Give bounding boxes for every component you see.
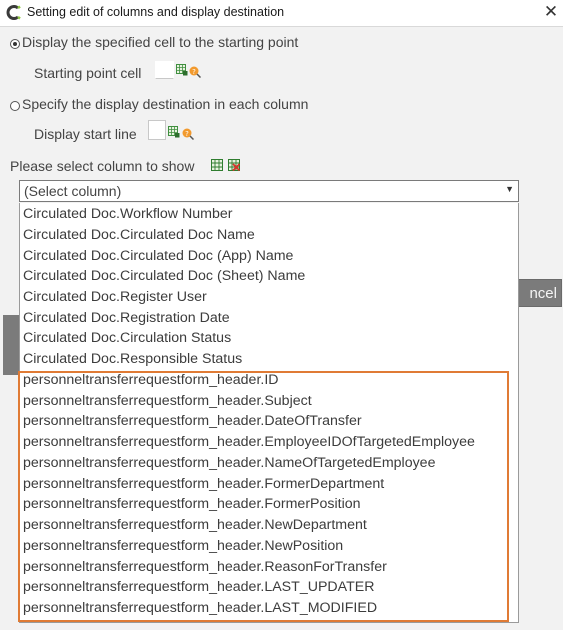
column-select-value: (Select column): [24, 183, 122, 199]
remove-columns-icon[interactable]: [228, 159, 240, 171]
dropdown-option[interactable]: personneltransferrequestform_header.Date…: [23, 411, 362, 431]
dropdown-option[interactable]: personneltransferrequestform_header.Name…: [23, 453, 435, 473]
starting-point-cell-field[interactable]: [155, 61, 174, 79]
svg-text:?: ?: [185, 130, 189, 138]
dropdown-option[interactable]: personneltransferrequestform_header.Reas…: [23, 557, 387, 577]
starting-point-option[interactable]: Display the specified cell to the starti…: [10, 34, 340, 54]
column-dropdown-list: Circulated Doc.Workflow Number Circulated…: [19, 203, 519, 623]
dropdown-option[interactable]: personneltransferrequestform_header.NewD…: [23, 515, 367, 535]
dropdown-option[interactable]: personneltransferrequestform_header.NewP…: [23, 536, 343, 556]
help-icon[interactable]: ?: [182, 128, 194, 140]
dropdown-option[interactable]: Circulated Doc.Workflow Number: [23, 204, 232, 224]
each-column-radio[interactable]: [10, 101, 20, 111]
display-start-line-field[interactable]: [148, 120, 166, 140]
dropdown-option[interactable]: personneltransferrequestform_header.LAST…: [23, 577, 374, 597]
starting-point-radio-label: Display the specified cell to the starti…: [22, 34, 299, 50]
dropdown-option[interactable]: Circulated Doc.Register User: [23, 287, 207, 307]
dropdown-option[interactable]: Circulated Doc.Circulated Doc (Sheet) Na…: [23, 266, 305, 286]
dropdown-option[interactable]: personneltransferrequestform_header.Form…: [23, 474, 384, 494]
add-columns-icon[interactable]: [211, 159, 223, 171]
display-start-line-label: Display start line: [34, 126, 137, 142]
cell-select-icon[interactable]: [176, 64, 188, 76]
dropdown-option[interactable]: personneltransferrequestform_header.Form…: [23, 494, 361, 514]
each-column-radio-label: Specify the display destination in each …: [22, 96, 309, 112]
dropdown-option[interactable]: Circulated Doc.Circulated Doc (App) Name: [23, 246, 293, 266]
chevron-down-icon[interactable]: ▼: [505, 184, 514, 194]
dropdown-option[interactable]: personneltransferrequestform_header.Subj…: [23, 391, 312, 411]
each-column-option[interactable]: Specify the display destination in each …: [10, 96, 340, 116]
title-bar: Setting edit of columns and display dest…: [0, 0, 563, 26]
column-select[interactable]: (Select column) ▼: [19, 180, 519, 202]
app-icon: [6, 5, 21, 20]
cell-select-icon[interactable]: [168, 126, 180, 138]
dropdown-option[interactable]: personneltransferrequestform_header.LAST…: [23, 598, 377, 618]
dropdown-option[interactable]: Circulated Doc.Registration Date: [23, 308, 230, 328]
starting-point-cell-label: Starting point cell: [34, 65, 142, 81]
select-column-label: Please select column to show: [10, 158, 195, 174]
dropdown-option[interactable]: Circulated Doc.Circulated Doc Name: [23, 225, 255, 245]
help-icon[interactable]: ?: [189, 66, 201, 78]
window-title: Setting edit of columns and display dest…: [27, 5, 285, 19]
background-panel: [3, 315, 19, 375]
dropdown-option[interactable]: personneltransferrequestform_header.Empl…: [23, 432, 475, 452]
dropdown-option[interactable]: personneltransferrequestform_header.ID: [23, 370, 279, 390]
starting-point-radio[interactable]: [10, 39, 20, 49]
dropdown-option[interactable]: Circulated Doc.Responsible Status: [23, 349, 242, 369]
dropdown-option[interactable]: Circulated Doc.Circulation Status: [23, 328, 231, 348]
close-icon[interactable]: ✕: [540, 2, 562, 24]
svg-text:?: ?: [192, 68, 196, 76]
